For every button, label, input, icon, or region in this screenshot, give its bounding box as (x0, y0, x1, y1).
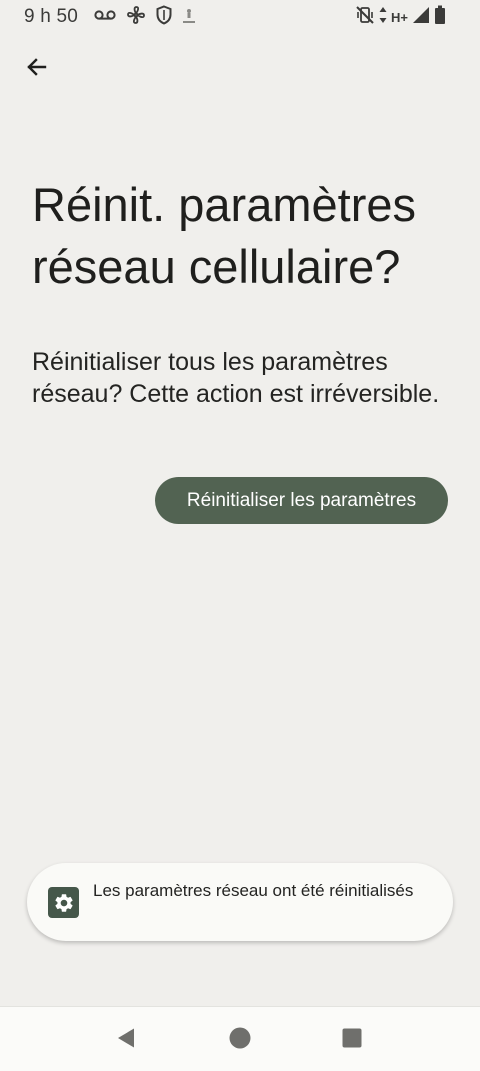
nav-recents-button[interactable] (337, 1025, 367, 1055)
data-arrows-icon (379, 6, 387, 29)
home-circle-icon (229, 1027, 251, 1054)
signal-icon (412, 6, 430, 29)
vibrate-off-icon (355, 5, 375, 30)
fan-icon (126, 5, 146, 30)
voicemail-icon (94, 8, 116, 27)
recents-square-icon (342, 1028, 362, 1053)
status-time: 9 h 50 (24, 6, 79, 27)
shield-icon (156, 4, 172, 30)
navigation-bar (0, 1006, 480, 1071)
nav-home-button[interactable] (225, 1025, 255, 1055)
toast-message: Les paramètres réseau ont été réinitiali… (93, 881, 414, 900)
page-description: Réinitialiser tous les paramètres réseau… (32, 348, 440, 408)
download-icon (182, 5, 196, 30)
status-bar: 9 h 50 H+ (0, 0, 480, 34)
nav-back-button[interactable] (111, 1025, 141, 1055)
battery-icon (434, 5, 446, 30)
toast-notification: Les paramètres réseau ont été réinitiali… (27, 863, 453, 941)
back-button[interactable] (16, 48, 58, 90)
page-title: Réinit. paramètres réseau cellulaire? (32, 178, 416, 293)
status-left-icons (94, 4, 196, 30)
gear-icon (48, 887, 79, 918)
reset-settings-button[interactable]: Réinitialiser les paramètres (155, 477, 448, 524)
back-triangle-icon (115, 1027, 137, 1054)
network-type-label: H+ (391, 9, 408, 25)
arrow-left-icon (25, 55, 49, 84)
status-right-icons: H+ (355, 5, 446, 30)
